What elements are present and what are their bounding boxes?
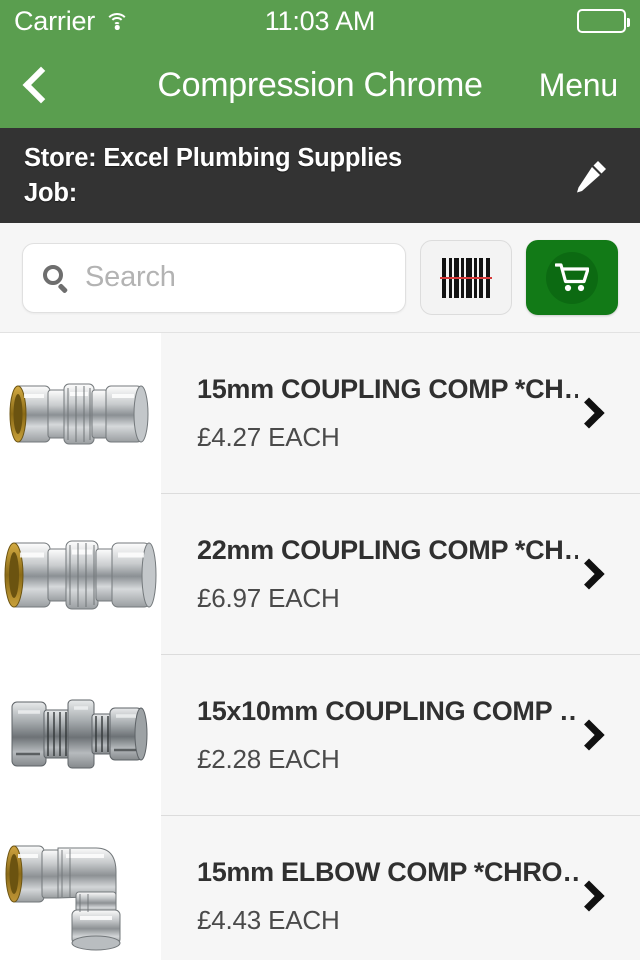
table-row[interactable]: 15mm ELBOW COMP *CHRO… £4.43 EACH xyxy=(0,815,640,960)
carrier-label: Carrier xyxy=(14,5,96,36)
chevron-right-icon xyxy=(573,880,605,912)
product-info: 15mm ELBOW COMP *CHRO… £4.43 EACH xyxy=(161,857,578,936)
product-info: 22mm COUPLING COMP *CH… £6.97 EACH xyxy=(161,535,578,614)
compression-coupling-photo xyxy=(9,383,149,445)
search-placeholder: Search xyxy=(85,261,176,293)
wifi-icon xyxy=(104,12,130,31)
product-list: 15mm COUPLING COMP *CH… £4.27 EACH 22mm … xyxy=(0,332,640,960)
product-info: 15mm COUPLING COMP *CH… £4.27 EACH xyxy=(161,374,578,453)
table-row[interactable]: 15x10mm COUPLING COMP … £2.28 EACH xyxy=(0,654,640,816)
search-icon xyxy=(43,264,69,294)
barcode-scan-button[interactable] xyxy=(420,240,512,315)
product-name: 15mm ELBOW COMP *CHRO… xyxy=(197,856,578,887)
search-input[interactable]: Search xyxy=(22,242,406,313)
product-name: 22mm COUPLING COMP *CH… xyxy=(197,534,578,565)
edit-store-button[interactable] xyxy=(566,151,616,201)
product-thumbnail xyxy=(0,493,161,655)
compression-elbow-photo xyxy=(5,845,121,951)
store-name-label: Store: Excel Plumbing Supplies xyxy=(24,143,402,172)
status-bar: Carrier 11:03 AM xyxy=(0,0,640,42)
chevron-right-icon xyxy=(573,719,605,751)
product-name: 15mm COUPLING COMP *CH… xyxy=(197,373,578,404)
product-info: 15x10mm COUPLING COMP … £2.28 EACH xyxy=(161,696,578,775)
store-info-bar: Store: Excel Plumbing Supplies Job: xyxy=(0,128,640,223)
product-thumbnail xyxy=(0,815,161,960)
product-price: £2.28 EACH xyxy=(197,743,340,774)
navigation-bar: Compression Chrome Menu xyxy=(0,42,640,128)
compression-coupling-photo xyxy=(4,540,157,610)
table-row[interactable]: 22mm COUPLING COMP *CH… £6.97 EACH xyxy=(0,493,640,655)
chevron-right-icon xyxy=(573,558,605,590)
cart-icon-background xyxy=(546,251,598,304)
product-thumbnail xyxy=(0,332,161,494)
store-info-text: Store: Excel Plumbing Supplies Job: xyxy=(24,144,402,208)
status-bar-right xyxy=(577,9,631,33)
battery-icon xyxy=(577,9,631,33)
product-price: £4.43 EACH xyxy=(197,904,340,935)
reducing-coupling-photo xyxy=(11,699,148,769)
barcode-scan-icon xyxy=(440,257,492,298)
app-screen: Carrier 11:03 AM Compression Chrome Menu… xyxy=(0,0,640,960)
chevron-right-icon xyxy=(573,397,605,429)
shopping-cart-button[interactable] xyxy=(526,240,618,315)
product-name: 15x10mm COUPLING COMP … xyxy=(197,695,578,726)
pencil-icon xyxy=(577,160,606,192)
job-label: Job: xyxy=(24,178,78,207)
shopping-cart-icon xyxy=(555,262,589,291)
status-bar-left: Carrier xyxy=(14,6,130,37)
back-button[interactable] xyxy=(22,57,68,113)
table-row[interactable]: 15mm COUPLING COMP *CH… £4.27 EACH xyxy=(0,332,640,494)
product-price: £4.27 EACH xyxy=(197,421,340,452)
product-thumbnail xyxy=(0,654,161,816)
menu-button[interactable]: Menu xyxy=(539,67,618,104)
product-price: £6.97 EACH xyxy=(197,582,340,613)
chevron-left-icon xyxy=(22,66,60,104)
search-toolbar: Search xyxy=(0,223,640,333)
